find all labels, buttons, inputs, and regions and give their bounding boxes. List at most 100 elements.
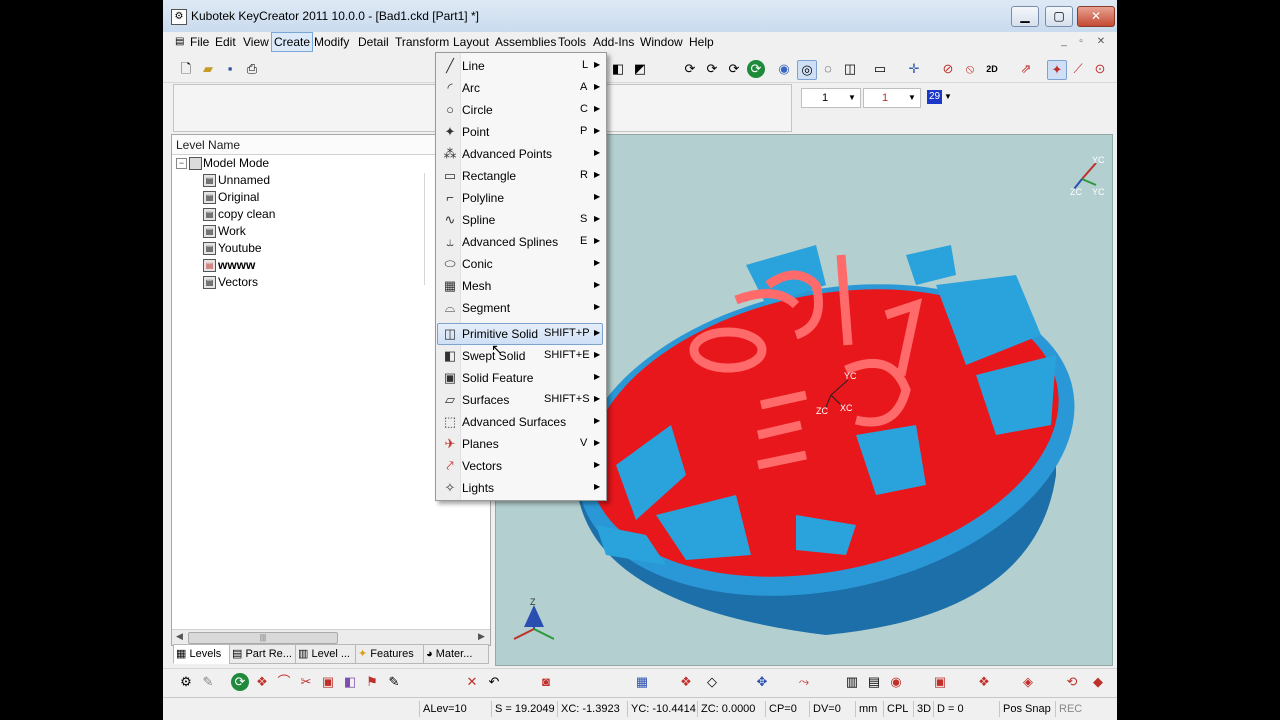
close-button[interactable]: ✕ bbox=[1077, 6, 1115, 27]
solid-icon-6[interactable]: ◈ bbox=[1019, 673, 1037, 691]
mdi-close-button[interactable]: ✕ bbox=[1093, 35, 1109, 49]
menu-item-circle[interactable]: ○ Circle C ▶ bbox=[438, 99, 604, 121]
render-icon-2[interactable]: ◩ bbox=[631, 60, 649, 78]
undo-icon[interactable]: ↶ bbox=[485, 673, 503, 691]
horizontal-scrollbar[interactable]: ◀ ||| ▶ bbox=[172, 629, 490, 645]
menu-file[interactable]: File bbox=[190, 35, 209, 49]
red-cube-icon[interactable]: ❖ bbox=[677, 673, 695, 691]
no-icon[interactable]: ⊘ bbox=[939, 60, 957, 78]
flag-icon[interactable]: ⚑ bbox=[363, 673, 381, 691]
status-cpl[interactable]: CPL bbox=[883, 701, 913, 717]
color-index-swatch[interactable]: 29 bbox=[927, 90, 942, 104]
erase-icon[interactable]: ◙ bbox=[537, 673, 555, 691]
scroll-left-icon[interactable]: ◀ bbox=[176, 631, 183, 642]
menu-item-polyline[interactable]: ⌐ Polyline ▶ bbox=[438, 187, 604, 209]
menu-detail[interactable]: Detail bbox=[358, 35, 389, 49]
save-icon[interactable]: ▪ bbox=[221, 60, 239, 78]
menu-create[interactable]: Create bbox=[271, 32, 314, 52]
solid-icon-7[interactable]: ⟲ bbox=[1063, 673, 1081, 691]
snap-line-icon[interactable]: ⟋ bbox=[1069, 60, 1087, 78]
pen-icon[interactable]: ✎ bbox=[199, 673, 217, 691]
menu-item-line[interactable]: ╱ Line L ▶ bbox=[438, 55, 604, 77]
status-dv[interactable]: DV=0 bbox=[809, 701, 857, 717]
rotate-icon-3[interactable]: ⟳ bbox=[725, 60, 743, 78]
view-icon-1[interactable]: ◉ bbox=[775, 60, 793, 78]
menu-view[interactable]: View bbox=[243, 35, 269, 49]
menu-item-segment[interactable]: ⌓ Segment ▶ bbox=[438, 297, 604, 319]
view-2d3d-icon[interactable]: 2D bbox=[983, 60, 1001, 78]
tab-level-sets[interactable]: ▥ Level ... bbox=[295, 644, 357, 664]
scroll-thumb[interactable]: ||| bbox=[188, 632, 338, 644]
menu-item-solid-feature[interactable]: ▣ Solid Feature ▶ bbox=[438, 367, 604, 389]
wheel-icon[interactable]: ⚙ bbox=[177, 673, 195, 691]
rotate-icon-1[interactable]: ⟳ bbox=[681, 60, 699, 78]
line-width-select[interactable]: 1 ▼ bbox=[863, 88, 921, 108]
menu-item-spline[interactable]: ∿ Spline S ▶ bbox=[438, 209, 604, 231]
status-3d[interactable]: 3D bbox=[913, 701, 935, 717]
solid-icon-3[interactable]: ◉ bbox=[887, 673, 905, 691]
cube-icon[interactable]: ▣ bbox=[319, 673, 337, 691]
chevron-down-icon[interactable]: ▼ bbox=[944, 92, 952, 101]
menu-tools[interactable]: Tools bbox=[558, 35, 586, 49]
menu-item-point[interactable]: ✦ Point P ▶ bbox=[438, 121, 604, 143]
box-blue-icon[interactable]: ▦ bbox=[633, 673, 651, 691]
status-pos-snap[interactable]: Pos Snap bbox=[999, 701, 1055, 717]
menu-modify[interactable]: Modify bbox=[314, 35, 349, 49]
collapse-icon[interactable]: − bbox=[176, 158, 187, 169]
view-icon-2[interactable]: ◎ bbox=[797, 60, 817, 80]
tab-materials[interactable]: ◕ Mater... bbox=[423, 644, 489, 664]
solid-icon-5[interactable]: ❖ bbox=[975, 673, 993, 691]
refresh-icon[interactable]: ⟳ bbox=[747, 60, 765, 78]
status-rec[interactable]: REC bbox=[1055, 701, 1087, 717]
menu-item-advanced-surfaces[interactable]: ⬚ Advanced Surfaces ▶ bbox=[438, 411, 604, 433]
menu-item-planes[interactable]: ✈ Planes V ▶ bbox=[438, 433, 604, 455]
menu-item-surfaces[interactable]: ▱ Surfaces SHIFT+S ▶ bbox=[438, 389, 604, 411]
menu-item-conic[interactable]: ⬭ Conic ▶ bbox=[438, 253, 604, 275]
menu-item-advanced-splines[interactable]: ⥿ Advanced Splines E ▶ bbox=[438, 231, 604, 253]
curve-icon[interactable]: ⤳ bbox=[795, 673, 813, 691]
menu-window[interactable]: Window bbox=[640, 35, 683, 49]
menu-item-swept-solid[interactable]: ◧ Swept Solid SHIFT+E ▶ bbox=[438, 345, 604, 367]
column-level-name[interactable]: Level Name bbox=[176, 138, 240, 152]
green-refresh-icon[interactable]: ⟳ bbox=[231, 673, 249, 691]
solid-icon-4[interactable]: ▣ bbox=[931, 673, 949, 691]
snap-icon[interactable]: ✦ bbox=[1047, 60, 1067, 80]
solid-icon-2[interactable]: ▤ bbox=[865, 673, 883, 691]
menu-item-arc[interactable]: ◜ Arc A ▶ bbox=[438, 77, 604, 99]
snap-center-icon[interactable]: ⊙ bbox=[1091, 60, 1109, 78]
view-icon-3[interactable]: ◌ bbox=[819, 60, 837, 78]
arc-red-icon[interactable]: ⌒ bbox=[275, 673, 293, 691]
prohibit-icon[interactable]: ⦸ bbox=[961, 60, 979, 78]
new-file-icon[interactable]: 🗋 bbox=[177, 60, 195, 78]
solid-icon-8[interactable]: ◆ bbox=[1089, 673, 1107, 691]
tab-features[interactable]: ✦ Features bbox=[355, 644, 425, 664]
menu-item-primitive-solid[interactable]: ◫ Primitive Solid SHIFT+P ▶ bbox=[437, 323, 603, 345]
print-icon[interactable]: ⎙ bbox=[243, 60, 261, 78]
menu-layout[interactable]: Layout bbox=[453, 35, 489, 49]
cross-icon[interactable]: ✕ bbox=[463, 673, 481, 691]
open-file-icon[interactable]: ▰ bbox=[199, 60, 217, 78]
line-style-select[interactable]: 1 ▼ bbox=[801, 88, 861, 108]
status-cp[interactable]: CP=0 bbox=[765, 701, 811, 717]
menu-item-mesh[interactable]: ▦ Mesh ▶ bbox=[438, 275, 604, 297]
render-icon-1[interactable]: ◧ bbox=[609, 60, 627, 78]
menu-item-vectors[interactable]: ⤤ Vectors ▶ bbox=[438, 455, 604, 477]
status-units[interactable]: mm bbox=[855, 701, 881, 717]
solid-icon-1[interactable]: ▥ bbox=[843, 673, 861, 691]
menu-item-advanced-points[interactable]: ⁂ Advanced Points ▶ bbox=[438, 143, 604, 165]
move-icon[interactable]: ✥ bbox=[753, 673, 771, 691]
shapes-icon[interactable]: ◧ bbox=[341, 673, 359, 691]
menu-edit[interactable]: Edit bbox=[215, 35, 236, 49]
menu-transform[interactable]: Transform bbox=[395, 35, 449, 49]
trim-icon[interactable]: ✂ bbox=[297, 673, 315, 691]
menu-assemblies[interactable]: Assemblies bbox=[495, 35, 556, 49]
scroll-right-icon[interactable]: ▶ bbox=[478, 631, 485, 642]
tab-part-report[interactable]: ▤ Part Re... bbox=[229, 644, 297, 664]
edit-icon[interactable]: ✎ bbox=[385, 673, 403, 691]
menu-item-rectangle[interactable]: ▭ Rectangle R ▶ bbox=[438, 165, 604, 187]
axis-icon[interactable]: ✛ bbox=[905, 60, 923, 78]
view-icon-4[interactable]: ◫ bbox=[841, 60, 859, 78]
tab-levels[interactable]: ▦ Levels bbox=[173, 644, 231, 664]
menu-addins[interactable]: Add-Ins bbox=[593, 35, 634, 49]
minimize-button[interactable]: ▁ bbox=[1011, 6, 1039, 27]
